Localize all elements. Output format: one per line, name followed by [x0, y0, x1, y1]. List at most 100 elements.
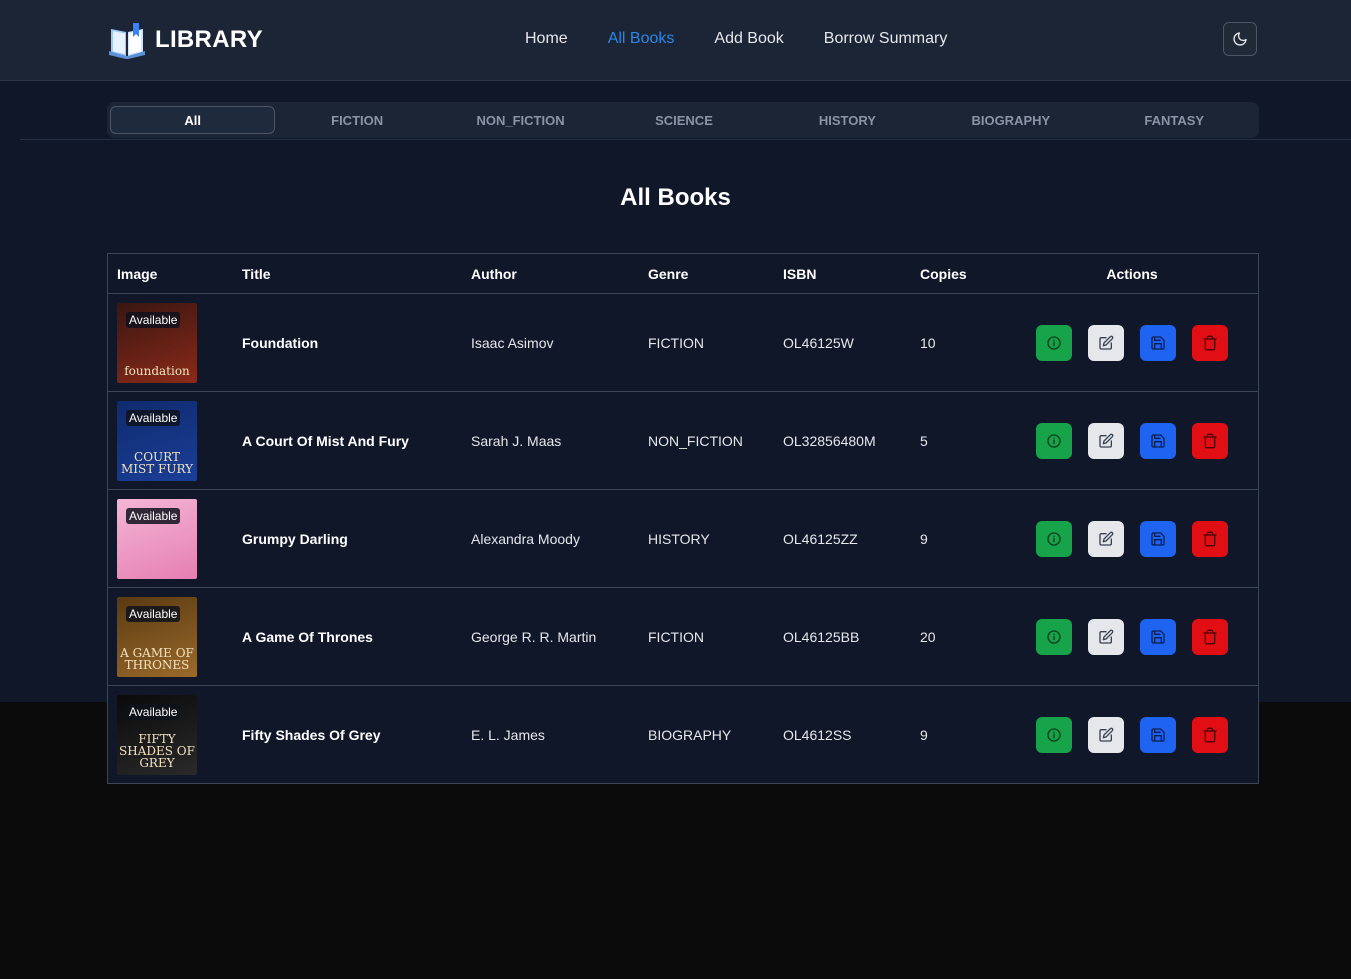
cell-image: foundation Available — [107, 293, 233, 392]
cover-title-text: COURT MIST FURY — [120, 449, 194, 476]
cell-copies: 5 — [911, 391, 1006, 490]
moon-icon — [1233, 32, 1247, 46]
cell-author: Sarah J. Maas — [462, 391, 639, 490]
delete-book-button[interactable] — [1192, 422, 1228, 459]
column-header-image: Image — [107, 253, 233, 294]
availability-badge: Available — [126, 703, 181, 720]
cell-genre: HISTORY — [639, 489, 774, 588]
tab-fantasy[interactable]: FANTASY — [1093, 106, 1256, 134]
genre-tabs: All FICTION NON_FICTION SCIENCE HISTORY … — [107, 102, 1259, 138]
nav-borrow-summary[interactable]: Borrow Summary — [804, 30, 968, 48]
cell-title: Foundation — [233, 293, 462, 392]
cell-title: Fifty Shades Of Grey — [242, 726, 381, 743]
delete-book-button[interactable] — [1192, 716, 1228, 753]
book-cover-image: Available — [117, 498, 197, 579]
cell-genre: NON_FICTION — [639, 391, 774, 490]
info-icon — [1046, 629, 1062, 645]
cell-actions — [1006, 293, 1259, 392]
page-title: All Books — [620, 184, 731, 211]
tab-science[interactable]: SCIENCE — [602, 106, 765, 134]
row-actions — [1015, 324, 1258, 361]
edit-icon — [1098, 433, 1114, 449]
column-header-isbn: ISBN — [774, 253, 911, 294]
cell-actions — [1006, 587, 1259, 686]
edit-icon — [1098, 727, 1114, 743]
edit-book-button[interactable] — [1088, 324, 1124, 361]
main-nav: Home All Books Add Book Borrow Summary — [505, 30, 967, 48]
column-header-actions: Actions — [1006, 253, 1259, 294]
view-details-button[interactable] — [1036, 716, 1072, 753]
save-icon — [1150, 433, 1166, 449]
availability-badge: Available — [126, 409, 181, 426]
cell-copies: 10 — [911, 293, 1006, 392]
cell-title: Grumpy Darling — [233, 489, 462, 588]
delete-book-button[interactable] — [1192, 618, 1228, 655]
tabs-divider — [20, 139, 1351, 140]
delete-book-button[interactable] — [1192, 324, 1228, 361]
table-row: A GAME OF THRONES Available A Game Of Th… — [107, 587, 1259, 686]
column-header-genre: Genre — [639, 253, 774, 294]
row-actions — [1015, 716, 1258, 753]
cell-genre: FICTION — [639, 293, 774, 392]
delete-book-button[interactable] — [1192, 520, 1228, 557]
cover-title-text: FIFTY SHADES OF GREY — [119, 731, 195, 770]
borrow-book-button[interactable] — [1140, 618, 1176, 655]
edit-book-button[interactable] — [1088, 716, 1124, 753]
cell-title: A Court Of Mist And Fury — [233, 391, 462, 490]
tab-fiction[interactable]: FICTION — [275, 106, 438, 134]
cell-actions — [1006, 489, 1259, 588]
cell-genre: BIOGRAPHY — [648, 726, 732, 743]
theme-toggle-button[interactable] — [1223, 22, 1257, 56]
cell-title: A Game Of Thrones — [233, 587, 462, 686]
tab-all[interactable]: All — [110, 106, 276, 134]
borrow-book-button[interactable] — [1140, 324, 1176, 361]
cell-author: Isaac Asimov — [462, 293, 639, 392]
cell-actions — [1006, 391, 1259, 490]
table-row: COURT MIST FURY Available A Court Of Mis… — [107, 391, 1259, 490]
edit-book-button[interactable] — [1088, 422, 1124, 459]
nav-all-books[interactable]: All Books — [588, 30, 695, 48]
save-icon — [1150, 335, 1166, 351]
edit-icon — [1098, 531, 1114, 547]
cell-image: A GAME OF THRONES Available — [107, 587, 233, 686]
cell-author: Alexandra Moody — [462, 489, 639, 588]
cell-isbn: OL46125BB — [774, 587, 911, 686]
cover-title-text: foundation — [124, 363, 190, 378]
cell-copies: 9 — [920, 726, 928, 743]
tab-non-fiction[interactable]: NON_FICTION — [439, 106, 602, 134]
cell-copies: 20 — [911, 587, 1006, 686]
tab-history[interactable]: HISTORY — [766, 106, 929, 134]
borrow-book-button[interactable] — [1140, 520, 1176, 557]
top-navbar: LIBRARY Home All Books Add Book Borrow S… — [0, 0, 1351, 81]
edit-book-button[interactable] — [1088, 618, 1124, 655]
table-row: FIFTY SHADES OF GREY Available Fifty Sha… — [108, 686, 1259, 784]
trash-icon — [1202, 727, 1218, 743]
save-icon — [1150, 629, 1166, 645]
trash-icon — [1202, 433, 1218, 449]
edit-book-button[interactable] — [1088, 520, 1124, 557]
trash-icon — [1202, 531, 1218, 547]
view-details-button[interactable] — [1036, 422, 1072, 459]
borrow-book-button[interactable] — [1140, 716, 1176, 753]
nav-home[interactable]: Home — [505, 30, 588, 48]
edit-icon — [1098, 335, 1114, 351]
cell-isbn: OL46125W — [774, 293, 911, 392]
view-details-button[interactable] — [1036, 618, 1072, 655]
brand-name: LIBRARY — [155, 26, 263, 53]
cell-image: Available — [107, 489, 233, 588]
view-details-button[interactable] — [1036, 324, 1072, 361]
column-header-copies: Copies — [911, 253, 1006, 294]
cell-image: FIFTY SHADES OF GREY Available — [108, 686, 234, 784]
cell-author: E. L. James — [471, 726, 545, 743]
view-details-button[interactable] — [1036, 520, 1072, 557]
nav-add-book[interactable]: Add Book — [694, 30, 803, 48]
row-actions — [1015, 520, 1258, 557]
save-icon — [1150, 531, 1166, 547]
table-row: foundation Available Foundation Isaac As… — [107, 293, 1259, 392]
cell-actions — [1006, 686, 1259, 784]
column-header-title: Title — [233, 253, 462, 294]
brand[interactable]: LIBRARY — [107, 21, 263, 59]
borrow-book-button[interactable] — [1140, 422, 1176, 459]
tab-biography[interactable]: BIOGRAPHY — [929, 106, 1092, 134]
row-actions — [1015, 618, 1258, 655]
